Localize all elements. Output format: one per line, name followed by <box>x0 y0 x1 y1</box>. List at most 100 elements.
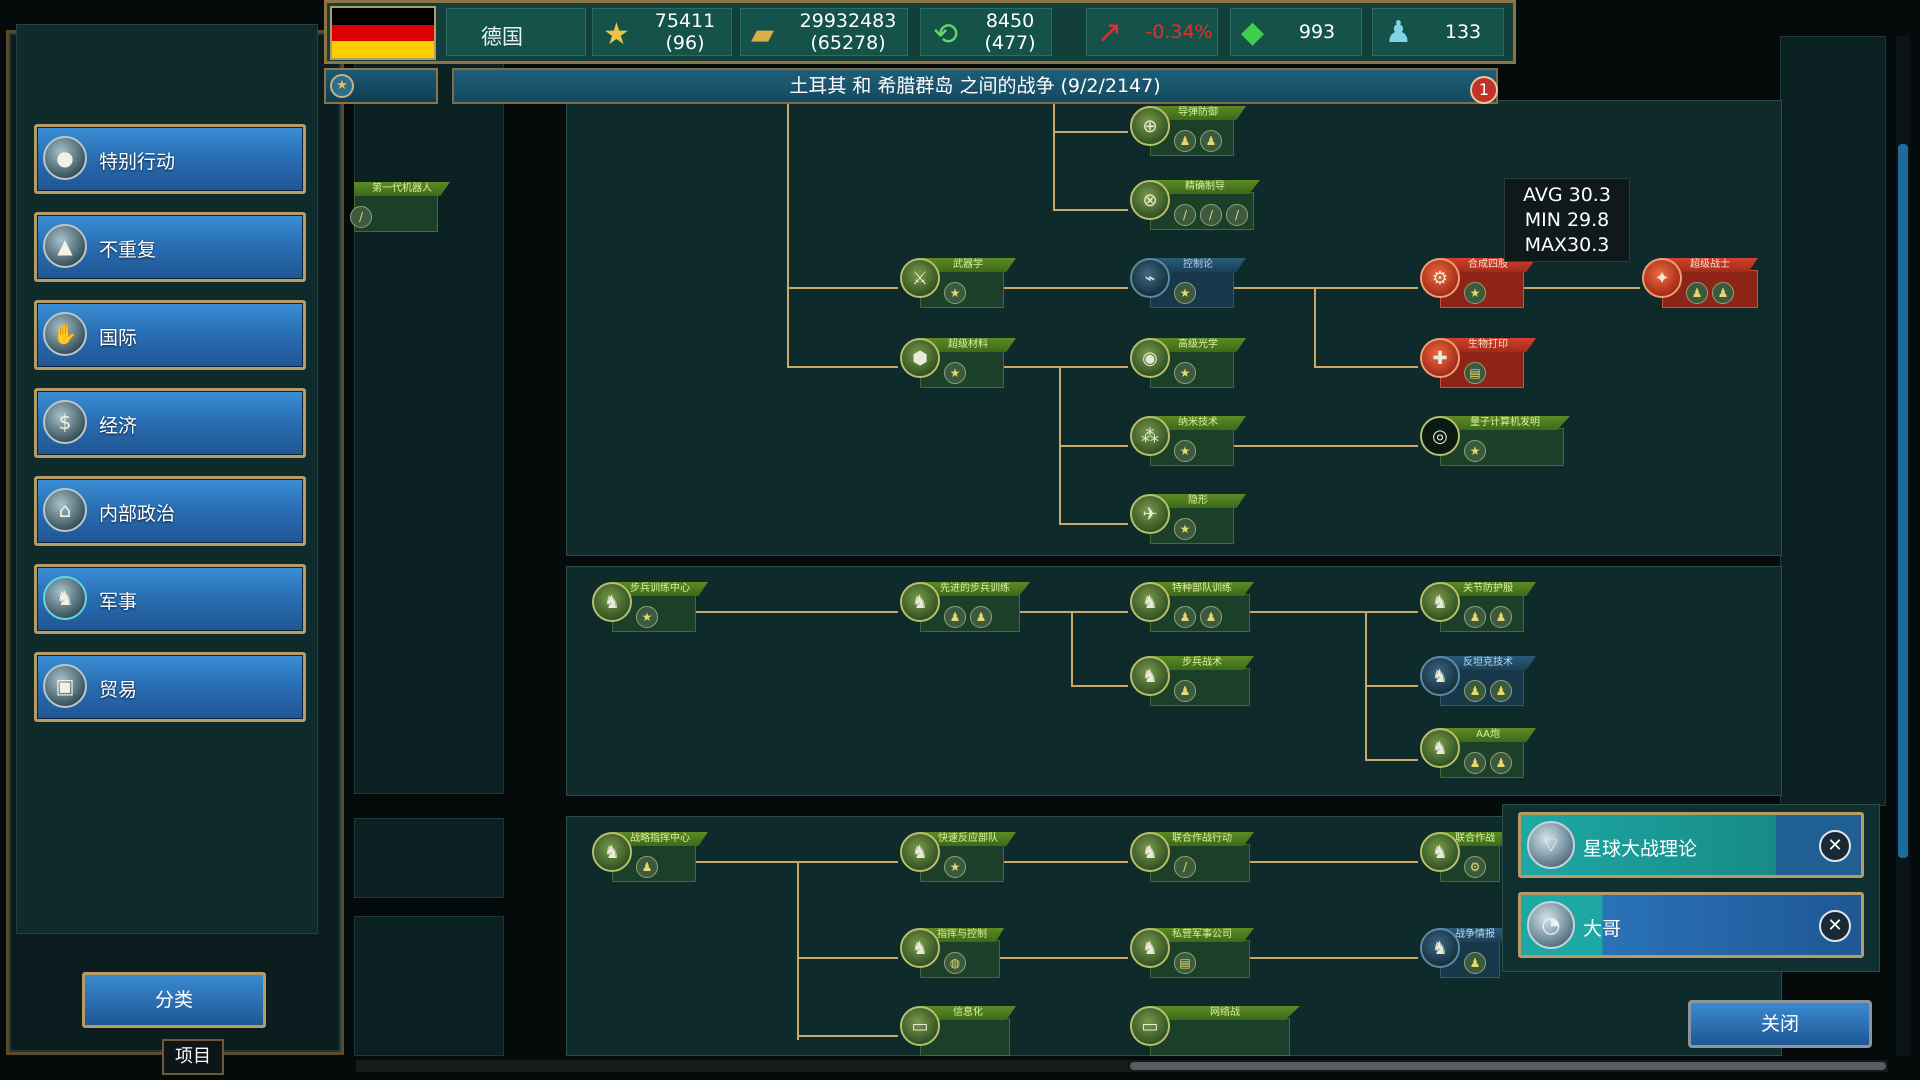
soldier-slot-icon: ♟ <box>1712 282 1734 304</box>
soldier-slot-icon: ♟ <box>1464 752 1486 774</box>
star-slot-icon: ★ <box>1174 362 1196 384</box>
resource-value: 133 <box>1444 21 1482 43</box>
resource-troops[interactable]: ♟ 133 <box>1372 8 1504 56</box>
tech-node[interactable]: 武器学 ⚔ ★ <box>900 258 1016 312</box>
war-count-badge[interactable]: 1 <box>1470 76 1498 104</box>
tech-node[interactable]: 第一代机器人 / <box>334 182 450 236</box>
tech-node[interactable]: 超级战士 ✦ ♟ ♟ <box>1642 258 1758 312</box>
intel-icon: ♞ <box>1420 928 1460 968</box>
infantry-icon: ♞ <box>1130 656 1170 696</box>
soldier-slot-icon: ♟ <box>1200 606 1222 628</box>
tech-node[interactable]: 快速反应部队 ♞ ★ <box>900 832 1016 886</box>
resource-subvalue: (477) <box>984 32 1036 54</box>
resource-crystals[interactable]: ◆ 993 <box>1230 8 1362 56</box>
star-slot-icon: ★ <box>1464 282 1486 304</box>
resource-value: -0.34% <box>1145 21 1213 43</box>
stealth-icon: ✈ <box>1130 494 1170 534</box>
queue-item-big-brother[interactable]: ◔ 大哥 ✕ <box>1518 892 1864 958</box>
bioprint-icon: ✚ <box>1420 338 1460 378</box>
tech-node[interactable]: 反坦克技术 ♞ ♟ ♟ <box>1420 656 1536 710</box>
soldier-slot-icon: ♟ <box>636 856 658 878</box>
quantum-computer-icon: ◎ <box>1420 416 1460 456</box>
tech-node-slots: / <box>1174 856 1196 878</box>
tech-node[interactable]: 精确制导 ⊗ / / / <box>1130 180 1260 234</box>
close-icon[interactable]: ✕ <box>1819 830 1851 862</box>
tech-node[interactable]: 指挥与控制 ♞ ◍ <box>900 928 1016 982</box>
close-icon[interactable]: ✕ <box>1819 910 1851 942</box>
tech-node-slots: ♟ ♟ <box>1174 130 1222 152</box>
tech-node[interactable]: 私营军事公司 ♞ ▤ <box>1130 928 1254 982</box>
soldier-slot-icon: ♟ <box>1174 130 1196 152</box>
tech-node[interactable]: 步兵战术 ♞ ♟ <box>1130 656 1254 710</box>
weapons-icon: ⚔ <box>900 258 940 298</box>
security-camera-icon: ◔ <box>1527 901 1575 949</box>
close-button[interactable]: 关闭 <box>1688 1000 1872 1048</box>
tech-node[interactable]: 隐形 ✈ ★ <box>1130 494 1246 548</box>
synthetic-limb-icon: ⚙ <box>1420 258 1460 298</box>
queue-item-label: 大哥 <box>1583 918 1622 940</box>
tech-node[interactable]: 先进的步兵训练 ♞ ♟ ♟ <box>900 582 1030 636</box>
tech-node[interactable]: 战略指挥中心 ♞ ♟ <box>592 832 708 886</box>
tech-node[interactable]: AA炮 ♞ ♟ ♟ <box>1420 728 1536 782</box>
tech-node[interactable]: 量子计算机发明 ◎ ★ <box>1420 416 1570 470</box>
rank-tab[interactable]: ★ <box>324 68 438 104</box>
star-icon: ★ <box>603 17 630 52</box>
super-soldier-icon: ✦ <box>1642 258 1682 298</box>
soldier-slot-icon: ♟ <box>1686 282 1708 304</box>
country-flag[interactable] <box>330 6 436 60</box>
country-name: 德国 <box>481 25 523 49</box>
star-slot-icon: ★ <box>1174 440 1196 462</box>
globe-slot-icon: ◍ <box>944 952 966 974</box>
soldier-slot-icon: ♟ <box>1174 680 1196 702</box>
tech-node[interactable]: 生物打印 ✚ ▤ <box>1420 338 1536 392</box>
star-slot-icon: ★ <box>944 282 966 304</box>
flag-stripe-red <box>332 24 434 42</box>
tech-node-slots: ★ <box>1174 362 1196 384</box>
horizontal-scrollbar-thumb[interactable] <box>1130 1062 1886 1070</box>
tech-node-slots: ★ <box>944 282 966 304</box>
infantry-icon: ♞ <box>1130 582 1170 622</box>
tech-node[interactable]: 信息化 ▭ <box>900 1006 1016 1060</box>
resource-value: 993 <box>1298 21 1336 43</box>
vertical-scrollbar-thumb[interactable] <box>1898 144 1908 858</box>
war-news-banner[interactable]: 土耳其 和 希腊群岛 之间的战争 (9/2/2147) <box>452 68 1498 104</box>
gear-slot-icon: ⚙ <box>1464 856 1486 878</box>
tech-node[interactable]: 关节防护服 ♞ ♟ ♟ <box>1420 582 1536 636</box>
tech-node[interactable]: 导弹防御 ⊕ ♟ ♟ <box>1130 106 1246 160</box>
tech-node[interactable]: 纳米技术 ⁂ ★ <box>1130 416 1246 470</box>
soldier-slot-icon: ♟ <box>970 606 992 628</box>
missile-slot-icon: / <box>1174 204 1196 226</box>
tech-node[interactable]: 控制论 ⌁ ★ <box>1130 258 1246 312</box>
soldier-slot-icon: ♟ <box>1490 680 1512 702</box>
tech-node[interactable]: 合成四肢 ⚙ ★ <box>1420 258 1536 312</box>
building-slot-icon: ▤ <box>1464 362 1486 384</box>
tech-node[interactable]: 特种部队训练 ♞ ♟ ♟ <box>1130 582 1254 636</box>
infantry-icon: ♞ <box>900 582 940 622</box>
tech-node[interactable]: 步兵训练中心 ♞ ★ <box>592 582 708 636</box>
star-slot-icon: ★ <box>1464 440 1486 462</box>
star-slot-icon: ★ <box>944 362 966 384</box>
flag-stripe-gold <box>332 41 434 58</box>
tech-node-slots: / / / <box>1174 204 1248 226</box>
resource-money[interactable]: ▰ 29932483 (65278) <box>740 8 908 56</box>
queue-item-star-wars[interactable]: ⌔ 星球大战理论 ✕ <box>1518 812 1864 878</box>
tech-node-slots: ♟ <box>636 856 658 878</box>
private-military-icon: ♞ <box>1130 928 1170 968</box>
growth-chart-icon: ↗ <box>1097 15 1123 50</box>
infantry-icon: ♞ <box>592 582 632 622</box>
resource-value: 75411 <box>654 10 716 32</box>
joint-ops-icon: ♞ <box>1130 832 1170 872</box>
resource-cycle[interactable]: ⟲ 8450 (477) <box>920 8 1052 56</box>
tech-node[interactable]: 超级材料 ⬢ ★ <box>900 338 1016 392</box>
tech-node[interactable]: 高级光学 ◉ ★ <box>1130 338 1246 392</box>
resource-growth[interactable]: ↗ -0.34% <box>1086 8 1218 56</box>
missile-defense-icon: ⊕ <box>1130 106 1170 146</box>
resource-prestige[interactable]: ★ 75411 (96) <box>592 8 732 56</box>
tech-node-body <box>1150 1018 1290 1056</box>
tech-node[interactable]: 网络战 ▭ <box>1130 1006 1300 1060</box>
tech-node-slots: ★ <box>944 856 966 878</box>
tech-node-slots: ▤ <box>1174 952 1196 974</box>
soldier-slot-icon: ♟ <box>944 606 966 628</box>
cycle-icon: ⟲ <box>933 17 959 52</box>
tech-node[interactable]: 联合作战行动 ♞ / <box>1130 832 1254 886</box>
